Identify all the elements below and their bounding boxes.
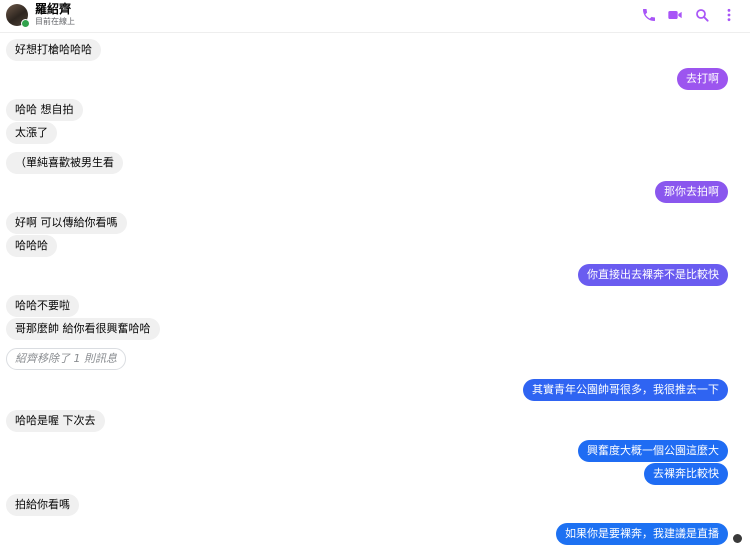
message-outgoing[interactable]: 你直接出去裸奔不是比較快: [578, 264, 728, 286]
message-incoming[interactable]: 好啊 可以傳給你看嗎: [6, 212, 127, 234]
message-incoming[interactable]: 哈哈是喔 下次去: [6, 410, 105, 432]
message-outgoing[interactable]: 如果你是要裸奔，我建議是直播: [556, 523, 728, 545]
message-incoming[interactable]: 好想打槍哈哈哈: [6, 39, 101, 61]
message-outgoing[interactable]: 去裸奔比較快: [644, 463, 728, 485]
message-outgoing[interactable]: 那你去拍啊: [655, 181, 728, 203]
video-icon[interactable]: [667, 7, 683, 23]
message-outgoing[interactable]: 興奮度大概一個公園這麼大: [578, 440, 728, 462]
chat-header: 羅紹齊 目前在線上: [0, 0, 750, 33]
message-incoming[interactable]: 哥那麼帥 給你看很興奮哈哈: [6, 318, 160, 340]
message-outgoing[interactable]: 其實青年公園帥哥很多，我很推去一下: [523, 379, 728, 401]
contact-status: 目前在線上: [35, 17, 75, 26]
contact-name[interactable]: 羅紹齊: [35, 2, 71, 17]
message-incoming[interactable]: 哈哈不要啦: [6, 295, 79, 317]
removed-message-notice: 紹齊移除了 1 則訊息: [6, 348, 126, 370]
more-options-icon[interactable]: [721, 7, 737, 23]
message-incoming[interactable]: （單純喜歡被男生看: [6, 152, 123, 174]
message-incoming[interactable]: 拍給你看嗎: [6, 494, 79, 516]
message-incoming[interactable]: 太漲了: [6, 122, 57, 144]
search-icon[interactable]: [694, 7, 710, 23]
message-incoming[interactable]: 哈哈哈: [6, 235, 57, 257]
online-status-dot: [21, 19, 30, 28]
read-receipt-avatar: [733, 534, 742, 543]
message-incoming[interactable]: 哈哈 想自拍: [6, 99, 83, 121]
message-outgoing[interactable]: 去打啊: [677, 68, 728, 90]
phone-icon[interactable]: [641, 7, 657, 23]
